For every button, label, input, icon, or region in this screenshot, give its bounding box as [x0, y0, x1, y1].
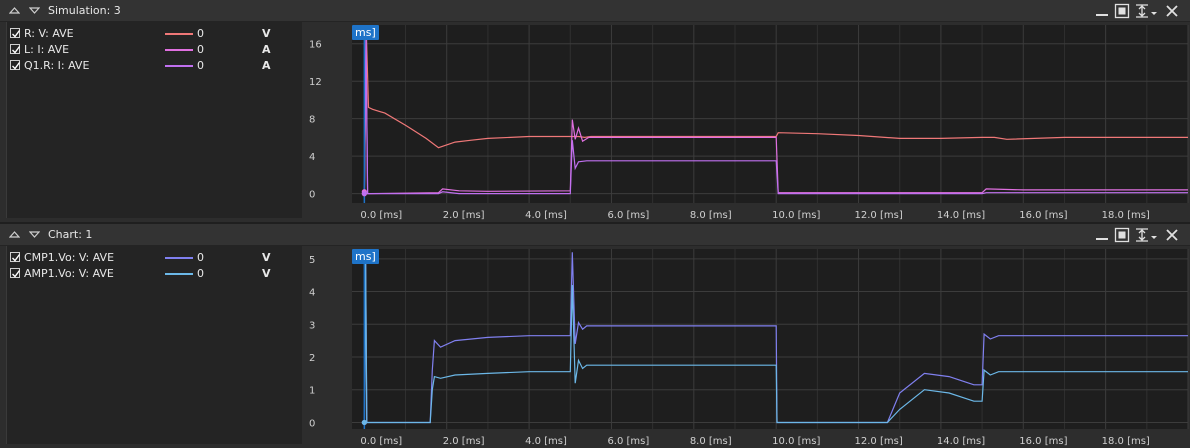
x-tick-label: 2.0 [ms] [443, 436, 485, 447]
x-tick-label: 14.0 [ms] [937, 436, 985, 447]
close-icon[interactable] [1164, 227, 1180, 243]
y-tick-label: 2 [309, 353, 315, 364]
series-checkbox[interactable] [10, 28, 21, 38]
panel-titlebar: Simulation: 3 [0, 0, 1190, 22]
y-tick-label: 5 [309, 255, 315, 266]
chart-panel-simulation: Simulation: 3 R: V: AVE 0 V L: I: AVE 0 … [0, 0, 1190, 222]
x-tick-label: 14.0 [ms] [937, 210, 985, 221]
panel-title: Simulation: 3 [48, 4, 121, 17]
x-tick-label: 2.0 [ms] [443, 210, 485, 221]
legend-unit: V [262, 251, 271, 264]
x-tick-label: 0.0 [ms] [360, 210, 402, 221]
x-tick-label: 8.0 [ms] [690, 436, 732, 447]
cursor-marker [361, 191, 367, 197]
legend-item[interactable]: R: V: AVE 0 V [7, 26, 303, 42]
legend-series-name: AMP1.Vo: V: AVE [24, 267, 114, 280]
x-tick-label: 4.0 [ms] [525, 436, 567, 447]
legend-panel: R: V: AVE 0 V L: I: AVE 0 A Q1.R: I: AVE… [6, 22, 302, 218]
legend-unit: A [262, 43, 271, 56]
series-checkbox[interactable] [10, 60, 21, 70]
legend-value: 0 [197, 59, 204, 72]
series-checkbox[interactable] [10, 44, 21, 54]
cursor-marker [361, 419, 367, 426]
x-tick-label: 12.0 [ms] [855, 436, 903, 447]
x-tick-label: 8.0 [ms] [690, 210, 732, 221]
legend-line-swatch [165, 273, 193, 275]
series-checkbox[interactable] [10, 252, 21, 262]
x-tick-label: 12.0 [ms] [855, 210, 903, 221]
x-tick-label: 6.0 [ms] [607, 436, 649, 447]
legend-value: 0 [197, 43, 204, 56]
plot-area[interactable]: 0 4 8 12 16 0.0 [ms] 2.0 [ms] 4.0 [ms] 6.0 [ms] 8… [303, 22, 1190, 222]
fit-view-icon[interactable] [1114, 3, 1130, 19]
legend-unit: V [262, 27, 271, 40]
y-tick-label: 12 [309, 77, 322, 88]
minimize-icon[interactable] [1094, 227, 1110, 243]
legend-item[interactable]: Q1.R: I: AVE 0 A [7, 58, 303, 74]
legend-series-name: R: V: AVE [24, 27, 74, 40]
dropdown-arrow-icon[interactable] [1150, 227, 1158, 243]
close-icon[interactable] [1164, 3, 1180, 19]
panel-titlebar: Chart: 1 [0, 224, 1190, 246]
legend-line-swatch [165, 33, 193, 35]
time-cursor-label[interactable]: ms] [352, 25, 379, 40]
x-tick-label: 0.0 [ms] [360, 436, 402, 447]
line-chart[interactable]: 0 4 8 12 16 0.0 [ms] 2.0 [ms] 4.0 [ms] 6.0 [ms] 8… [303, 22, 1190, 222]
plot-area[interactable]: 0 1 2 3 4 5 0.0 [ms] 2.0 [ms] 4.0 [ms] 6.0 [ms] 8.… [303, 246, 1190, 448]
y-tick-label: 8 [309, 115, 315, 126]
x-tick-label: 10.0 [ms] [772, 210, 820, 221]
legend-value: 0 [197, 267, 204, 280]
y-tick-label: 16 [309, 40, 322, 51]
y-tick-label: 4 [309, 152, 315, 163]
axis-settings-icon[interactable] [1134, 3, 1150, 19]
legend-item[interactable]: CMP1.Vo: V: AVE 0 V [7, 250, 303, 266]
legend-line-swatch [165, 65, 193, 67]
y-tick-label: 3 [309, 320, 315, 331]
collapse-up-icon[interactable] [9, 229, 20, 240]
x-tick-label: 4.0 [ms] [525, 210, 567, 221]
legend-value: 0 [197, 251, 204, 264]
y-tick-label: 0 [309, 190, 315, 201]
expand-down-icon[interactable] [29, 229, 40, 240]
fit-view-icon[interactable] [1114, 227, 1130, 243]
x-tick-label: 16.0 [ms] [1019, 210, 1067, 221]
legend-panel: CMP1.Vo: V: AVE 0 V AMP1.Vo: V: AVE 0 V [6, 246, 302, 444]
legend-unit: V [262, 267, 271, 280]
collapse-up-icon[interactable] [9, 5, 20, 16]
x-tick-label: 18.0 [ms] [1102, 436, 1150, 447]
legend-series-name: CMP1.Vo: V: AVE [24, 251, 115, 264]
y-tick-label: 1 [309, 386, 315, 397]
legend-item[interactable]: AMP1.Vo: V: AVE 0 V [7, 266, 303, 282]
legend-series-name: L: I: AVE [24, 43, 70, 56]
legend-line-swatch [165, 49, 193, 51]
plot-background [352, 25, 1188, 203]
legend-value: 0 [197, 27, 204, 40]
line-chart[interactable]: 0 1 2 3 4 5 0.0 [ms] 2.0 [ms] 4.0 [ms] 6.0 [ms] 8.… [303, 246, 1190, 448]
legend-item[interactable]: L: I: AVE 0 A [7, 42, 303, 58]
legend-series-name: Q1.R: I: AVE [24, 59, 90, 72]
x-tick-label: 6.0 [ms] [607, 210, 649, 221]
x-tick-label: 18.0 [ms] [1102, 210, 1150, 221]
chart-panel-chart: Chart: 1 CMP1.Vo: V: AVE 0 V AMP1.Vo: V:… [0, 224, 1190, 448]
y-tick-label: 0 [309, 418, 315, 429]
dropdown-arrow-icon[interactable] [1150, 3, 1158, 19]
minimize-icon[interactable] [1094, 3, 1110, 19]
x-tick-label: 16.0 [ms] [1019, 436, 1067, 447]
series-checkbox[interactable] [10, 268, 21, 278]
axis-settings-icon[interactable] [1134, 227, 1150, 243]
x-tick-label: 10.0 [ms] [772, 436, 820, 447]
legend-unit: A [262, 59, 271, 72]
legend-line-swatch [165, 257, 193, 259]
y-tick-label: 4 [309, 288, 315, 299]
time-cursor-label[interactable]: ms] [352, 249, 379, 264]
expand-down-icon[interactable] [29, 5, 40, 16]
panel-title: Chart: 1 [48, 228, 93, 241]
